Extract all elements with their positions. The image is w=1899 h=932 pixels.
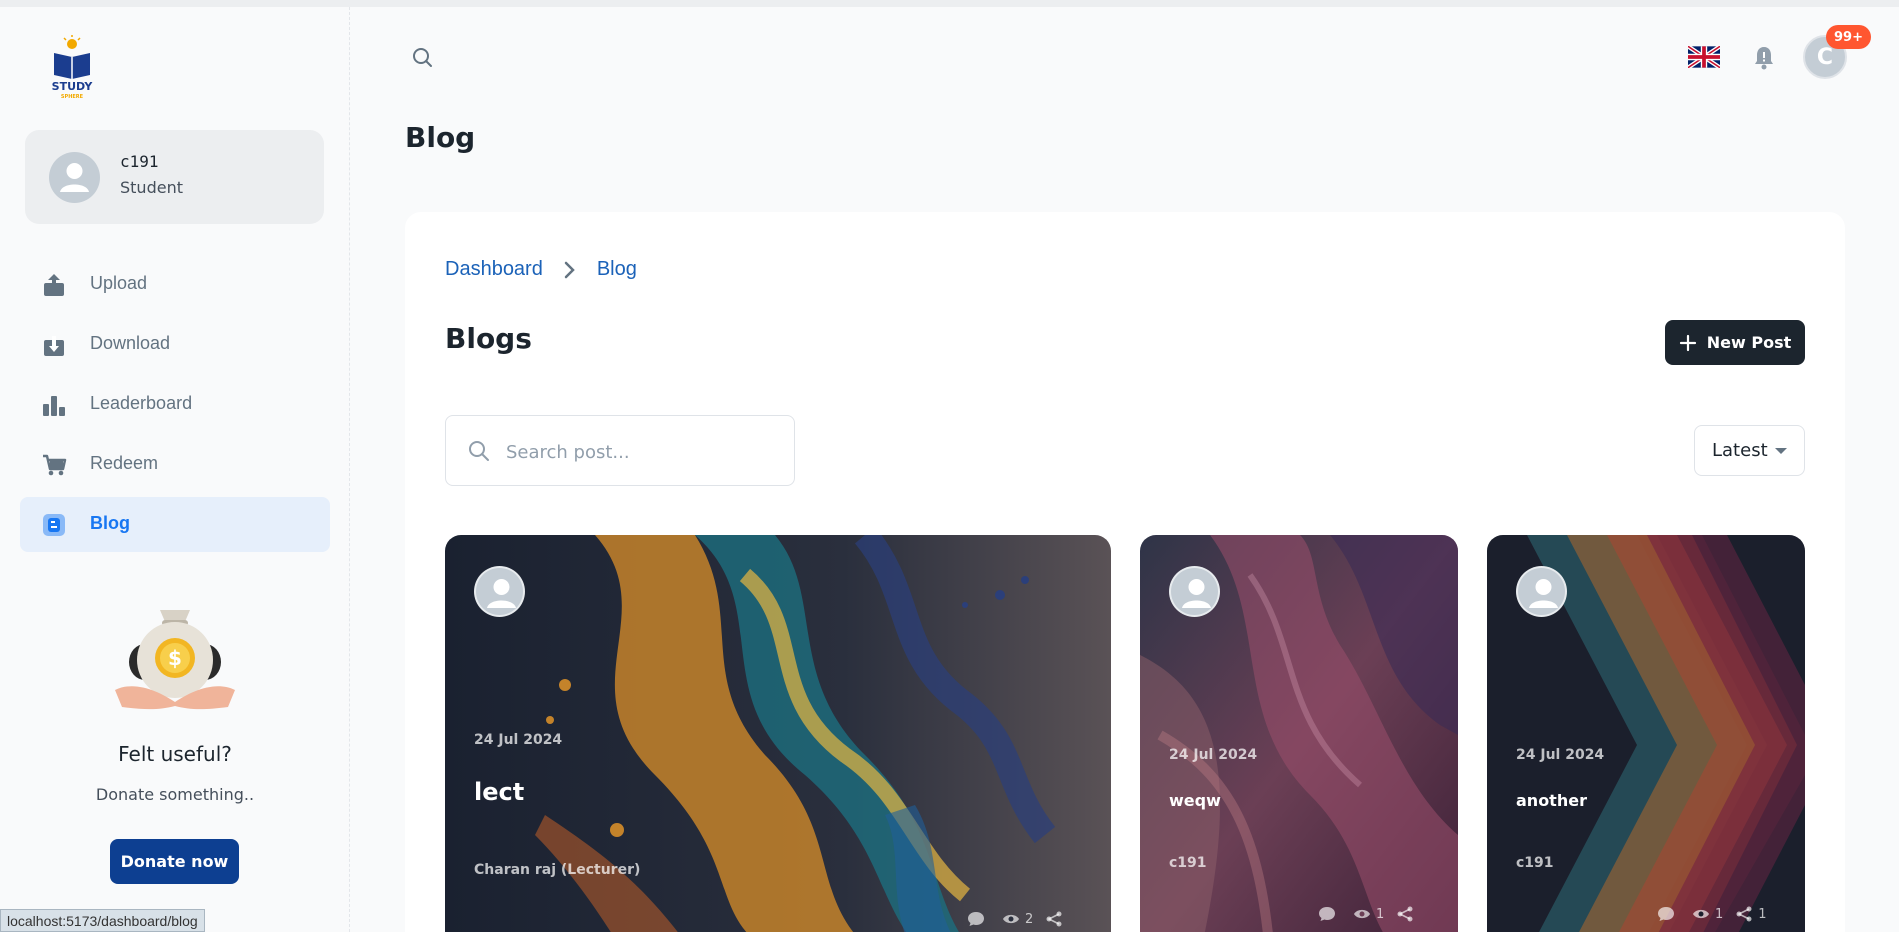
- search-post-field[interactable]: [445, 415, 795, 486]
- views-stat: 1: [1692, 907, 1723, 922]
- share-icon: [1046, 911, 1062, 927]
- eye-icon: [1693, 909, 1709, 919]
- donate-button[interactable]: Donate now: [110, 839, 239, 884]
- post-stats: 2: [967, 911, 1068, 927]
- sidebar-item-redeem[interactable]: Redeem: [20, 437, 330, 492]
- post-stats: 1 1: [1657, 906, 1767, 922]
- eye-icon: [1354, 909, 1370, 919]
- sidebar-item-leaderboard[interactable]: Leaderboard: [20, 377, 330, 432]
- shares-stat[interactable]: [1045, 911, 1068, 927]
- breadcrumb: Dashboard Blog: [445, 258, 637, 281]
- sort-value: Latest: [1712, 440, 1768, 461]
- post-title[interactable]: another: [1516, 791, 1587, 810]
- user-placeholder-icon: [60, 163, 89, 192]
- post-title[interactable]: weqw: [1169, 791, 1221, 810]
- search-icon[interactable]: [410, 45, 436, 71]
- page-title: Blog: [405, 121, 476, 154]
- views-stat: 2: [1002, 912, 1033, 927]
- leaderboard-icon: [43, 396, 65, 416]
- comment-icon: [1658, 907, 1674, 921]
- share-icon: [1397, 906, 1413, 922]
- svg-text:STUDY: STUDY: [52, 80, 94, 93]
- sort-select[interactable]: Latest: [1694, 425, 1805, 476]
- author-avatar[interactable]: [1516, 566, 1567, 617]
- sidebar-item-label: Blog: [90, 513, 130, 533]
- sidebar-nav: Upload Download Leaderboard Redeem Blog: [20, 257, 330, 557]
- money-bag-illustration: $: [115, 610, 235, 710]
- breadcrumb-link-dashboard[interactable]: Dashboard: [445, 258, 543, 281]
- uk-flag-icon[interactable]: [1688, 46, 1720, 68]
- views-stat: 1: [1353, 907, 1384, 922]
- search-icon: [469, 441, 489, 461]
- sidebar-item-label: Download: [90, 333, 171, 353]
- svg-text:SPHERE: SPHERE: [61, 94, 84, 99]
- svg-text:$: $: [168, 646, 182, 670]
- author-avatar[interactable]: [1169, 566, 1220, 617]
- views-count: 1: [1376, 906, 1385, 922]
- shares-stat[interactable]: 1: [1735, 906, 1767, 922]
- download-icon: [44, 336, 64, 356]
- search-input[interactable]: [506, 434, 776, 470]
- comment-icon: [1319, 907, 1335, 921]
- donate-title: Felt useful?: [118, 742, 232, 766]
- post-card[interactable]: 24 Jul 2024 weqw c191 1: [1140, 535, 1458, 932]
- sidebar-item-label: Redeem: [90, 453, 159, 473]
- views-count: 1: [1715, 906, 1724, 922]
- sidebar-item-upload[interactable]: Upload: [20, 257, 330, 312]
- user-role: Student: [120, 178, 183, 197]
- comments-stat: [1657, 906, 1680, 922]
- post-title[interactable]: lect: [474, 778, 524, 806]
- breadcrumb-link-blog[interactable]: Blog: [597, 258, 637, 281]
- user-name: c191: [120, 152, 159, 171]
- sidebar-item-download[interactable]: Download: [20, 317, 330, 372]
- post-author: c191: [1516, 855, 1554, 871]
- avatar: [49, 152, 100, 203]
- post-card[interactable]: 24 Jul 2024 lect Charan raj (Lecturer) 2: [445, 535, 1111, 932]
- new-post-button[interactable]: New Post: [1665, 320, 1805, 365]
- bell-icon[interactable]: [1750, 43, 1778, 71]
- plus-icon: [1679, 334, 1696, 351]
- window-top-strip: [0, 0, 1899, 7]
- sidebar-item-label: Leaderboard: [90, 393, 193, 413]
- share-icon: [1736, 906, 1752, 922]
- comments-stat: [967, 911, 990, 927]
- cart-icon: [43, 454, 67, 476]
- views-count: 2: [1025, 911, 1034, 927]
- donate-subtitle: Donate something..: [95, 785, 255, 804]
- sidebar-item-blog[interactable]: Blog: [20, 497, 330, 552]
- post-date: 24 Jul 2024: [1169, 747, 1258, 763]
- notification-badge: 99+: [1826, 25, 1871, 49]
- blog-card: Dashboard Blog Blogs New Post Latest: [405, 212, 1845, 932]
- post-date: 24 Jul 2024: [1516, 747, 1605, 763]
- user-card[interactable]: c191 Student: [25, 130, 324, 224]
- post-stats: 1: [1318, 906, 1419, 922]
- chevron-right-icon: [564, 261, 575, 278]
- post-author: Charan raj (Lecturer): [474, 862, 641, 878]
- comments-stat: [1318, 906, 1341, 922]
- blogs-heading: Blogs: [445, 322, 532, 355]
- new-post-label: New Post: [1706, 333, 1792, 352]
- status-bar-url: localhost:5173/dashboard/blog: [0, 909, 205, 932]
- post-date: 24 Jul 2024: [474, 732, 563, 748]
- blog-icon: [43, 514, 65, 536]
- study-sphere-logo[interactable]: STUDY SPHERE: [40, 35, 104, 99]
- post-card[interactable]: 24 Jul 2024 another c191 1 1: [1487, 535, 1805, 932]
- author-avatar[interactable]: [474, 566, 525, 617]
- chevron-down-icon: [1775, 448, 1787, 454]
- shares-stat[interactable]: [1396, 906, 1419, 922]
- post-author: c191: [1169, 855, 1207, 871]
- shares-count: 1: [1758, 906, 1767, 922]
- sidebar-item-label: Upload: [90, 273, 148, 293]
- sidebar: STUDY SPHERE c191 Student Upload Downloa…: [0, 7, 350, 932]
- comment-icon: [968, 912, 984, 926]
- upload-icon: [44, 274, 64, 296]
- eye-icon: [1003, 914, 1019, 924]
